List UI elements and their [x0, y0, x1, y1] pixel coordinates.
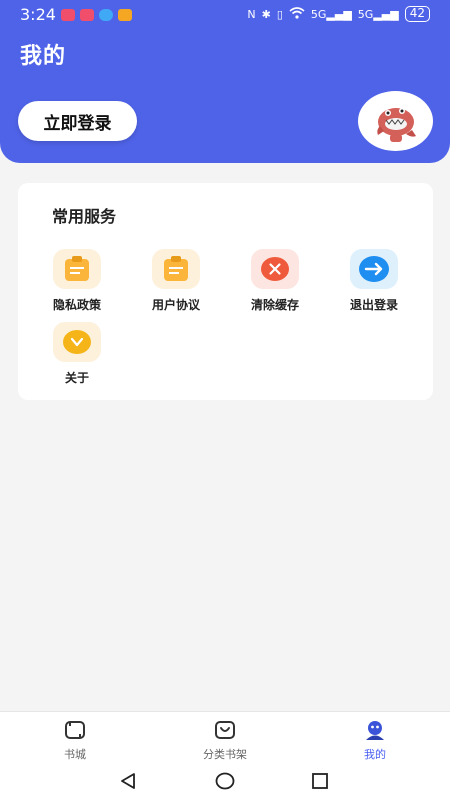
- recents-icon[interactable]: [311, 772, 329, 790]
- back-icon[interactable]: [119, 772, 137, 790]
- service-label: 关于: [64, 371, 89, 385]
- wifi-icon: [289, 6, 305, 22]
- clipboard-icon: [53, 249, 101, 289]
- status-bar: 3:24 N ✱ ▯ 5G▂▄▆ 5G▂▄▆ 42: [0, 0, 450, 30]
- service-clear-cache[interactable]: 清除缓存: [225, 249, 325, 313]
- close-circle-icon: [251, 249, 299, 289]
- video-notification-icon: [118, 9, 132, 21]
- chevron-down-circle-icon: [53, 322, 101, 362]
- nav-item-mine[interactable]: 我的: [330, 720, 420, 762]
- system-nav-bar: [0, 763, 450, 800]
- mail-notification-icon: [80, 9, 94, 21]
- nav-label: 我的: [364, 748, 386, 761]
- clipboard-icon: [152, 249, 200, 289]
- service-user-agreement[interactable]: 用户协议: [126, 249, 226, 313]
- service-label: 用户协议: [151, 298, 200, 312]
- nav-item-bookshelf[interactable]: 分类书架: [180, 720, 270, 762]
- page-title: 我的: [20, 44, 67, 69]
- nav-label: 书城: [64, 748, 86, 761]
- notification-icons: [61, 9, 132, 21]
- service-privacy-policy[interactable]: 隐私政策: [27, 249, 127, 313]
- home-icon[interactable]: [215, 772, 235, 790]
- vibrate-icon: ▯: [276, 7, 283, 21]
- message-notification-icon: [99, 9, 113, 21]
- nav-label: 分类书架: [203, 748, 247, 761]
- services-title: 常用服务: [52, 207, 117, 226]
- service-label: 退出登录: [349, 298, 398, 312]
- signal-label: 5G: [357, 7, 374, 21]
- services-card: 常用服务 隐私政策 用户协议 清除缓存 退出登录 关于: [18, 183, 433, 400]
- signal-icon: 5G▂▄▆: [357, 7, 399, 21]
- service-label: 隐私政策: [52, 298, 101, 312]
- bookshelf-icon: [215, 721, 235, 739]
- nav-item-book-store[interactable]: 书城: [30, 720, 120, 762]
- header: 3:24 N ✱ ▯ 5G▂▄▆ 5G▂▄▆ 42 我的 立即登录: [0, 0, 450, 163]
- avatar[interactable]: [358, 91, 433, 151]
- dinosaur-avatar-icon: [376, 108, 416, 142]
- book-store-icon: [65, 721, 85, 739]
- status-right: N ✱ ▯ 5G▂▄▆ 5G▂▄▆ 42: [247, 6, 430, 22]
- service-about[interactable]: 关于: [27, 322, 127, 386]
- mail-notification-icon: [61, 9, 75, 21]
- profile-icon: [366, 721, 384, 740]
- service-label: 清除缓存: [250, 298, 299, 312]
- arrow-right-circle-icon: [350, 249, 398, 289]
- battery-icon: 42: [404, 6, 430, 22]
- nfc-icon: N: [247, 7, 256, 21]
- bluetooth-icon: ✱: [261, 7, 271, 21]
- service-logout[interactable]: 退出登录: [324, 249, 424, 313]
- signal-label: 5G: [310, 7, 327, 21]
- status-time: 3:24: [20, 5, 56, 24]
- bottom-nav: 书城 分类书架 我的: [0, 711, 450, 763]
- login-button[interactable]: 立即登录: [18, 101, 137, 141]
- signal-icon: 5G▂▄▆: [310, 7, 352, 21]
